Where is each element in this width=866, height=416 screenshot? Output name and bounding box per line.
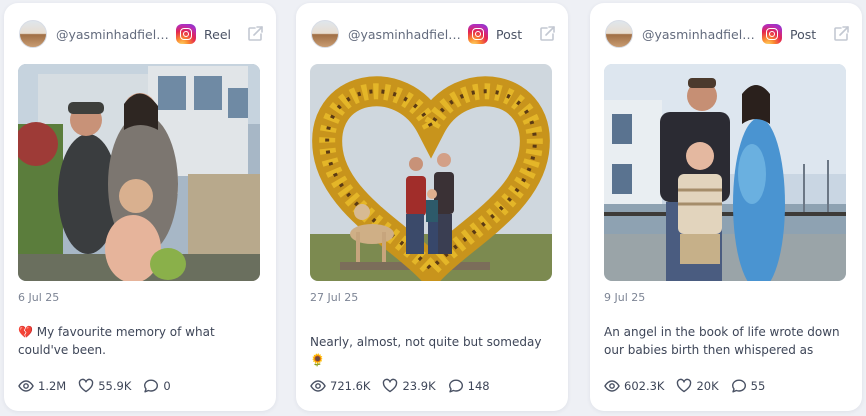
post-date: 27 Jul 25 (310, 291, 359, 304)
post-stats: 1.2M 55.9K 0 (18, 378, 183, 394)
likes-count: 23.9K (402, 379, 436, 393)
sunflower-emoji: 🌻 (310, 353, 325, 367)
caption-text: An angel in the book of life wrote down … (604, 325, 840, 357)
post-stats: 721.6K 23.9K 148 (310, 378, 502, 394)
views-count: 1.2M (38, 379, 67, 393)
post-caption: Nearly, almost, not quite but someday 🌻 (310, 333, 554, 369)
post-card[interactable]: @yasminhadfiel… Post (296, 3, 568, 411)
post-card[interactable]: @yasminhadfiel… Reel 6 Jul 25 💔 My favou… (4, 3, 276, 411)
comment-icon (448, 379, 463, 393)
avatar[interactable] (19, 20, 47, 48)
likes-stat: 20K (676, 378, 719, 394)
instagram-icon (762, 24, 782, 44)
account-handle[interactable]: @yasminhadfiel… (56, 27, 170, 42)
post-type-label: Post (790, 26, 817, 42)
views-count: 602.3K (624, 379, 665, 393)
views-stat: 1.2M (18, 378, 66, 394)
external-link-icon[interactable] (832, 25, 850, 43)
post-thumbnail[interactable] (310, 64, 552, 281)
post-header: @yasminhadfiel… Reel (19, 19, 264, 49)
post-type-label: Post (496, 26, 523, 42)
post-date: 6 Jul 25 (18, 291, 60, 304)
post-header: @yasminhadfiel… Post (311, 19, 556, 49)
post-header: @yasminhadfiel… Post (605, 19, 850, 49)
views-stat: 602.3K (604, 378, 664, 394)
comment-icon (144, 379, 159, 393)
instagram-icon (468, 24, 488, 44)
post-card[interactable]: @yasminhadfiel… Post (590, 3, 862, 411)
post-thumbnail[interactable] (18, 64, 260, 281)
avatar[interactable] (605, 20, 633, 48)
post-caption: An angel in the book of life wrote down … (604, 323, 848, 359)
post-stats: 602.3K 20K 55 (604, 378, 777, 394)
comments-count: 0 (163, 379, 171, 393)
comments-stat: 148 (448, 378, 490, 394)
comments-stat: 0 (143, 378, 171, 394)
likes-stat: 55.9K (78, 378, 131, 394)
broken-heart-emoji: 💔 (18, 325, 33, 339)
external-link-icon[interactable] (246, 25, 264, 43)
comment-icon (731, 379, 746, 393)
eye-icon (18, 380, 34, 392)
eye-icon (604, 380, 620, 392)
avatar[interactable] (311, 20, 339, 48)
comments-stat: 55 (731, 378, 766, 394)
account-handle[interactable]: @yasminhadfiel… (642, 27, 756, 42)
external-link-icon[interactable] (538, 25, 556, 43)
likes-count: 20K (696, 379, 719, 393)
views-stat: 721.6K (310, 378, 370, 394)
heart-icon (677, 378, 692, 393)
post-grid: @yasminhadfiel… Reel 6 Jul 25 💔 My favou… (0, 0, 866, 416)
likes-stat: 23.9K (382, 378, 436, 394)
caption-text: My favourite memory of what could've bee… (18, 325, 215, 357)
views-count: 721.6K (330, 379, 371, 393)
post-date: 9 Jul 25 (604, 291, 646, 304)
instagram-icon (176, 24, 196, 44)
post-type-label: Reel (204, 26, 231, 42)
comments-count: 148 (467, 379, 490, 393)
heart-icon (383, 378, 398, 393)
likes-count: 55.9K (98, 379, 132, 393)
eye-icon (310, 380, 326, 392)
post-caption: 💔 My favourite memory of what could've b… (18, 323, 262, 359)
caption-text: Nearly, almost, not quite but someday (310, 335, 542, 349)
post-thumbnail[interactable] (604, 64, 846, 281)
heart-icon (79, 378, 94, 393)
account-handle[interactable]: @yasminhadfiel… (348, 27, 462, 42)
comments-count: 55 (750, 379, 766, 393)
